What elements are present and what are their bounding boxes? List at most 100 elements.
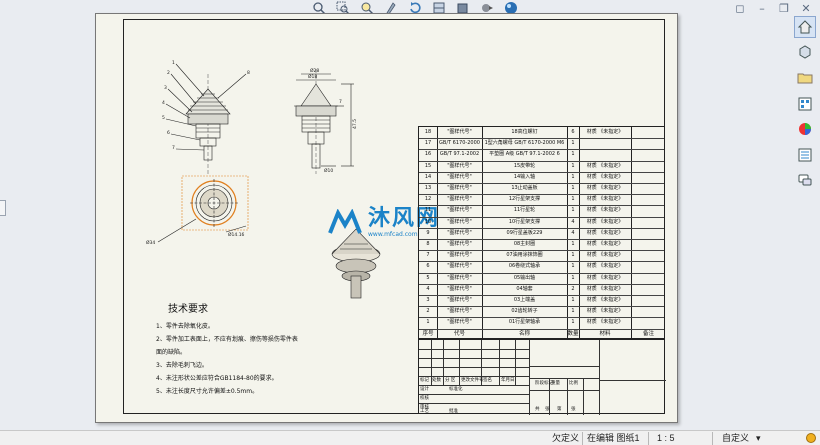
balloon-7: 7: [172, 145, 175, 151]
bom-cell: 15: [424, 162, 432, 169]
bom-cell: 4: [571, 218, 575, 225]
custom-properties-icon[interactable]: [794, 144, 816, 166]
bom-cell: "图样代号": [447, 129, 472, 135]
title-block-hline: [529, 390, 599, 391]
bom-cell: "图样代号": [447, 319, 472, 326]
dim-d6: Ø34: [146, 239, 155, 246]
3d-content-icon[interactable]: [794, 42, 816, 64]
bom-cell: 16: [424, 151, 432, 158]
status-units[interactable]: 自定义: [722, 432, 749, 445]
title-block-hline: [419, 385, 529, 386]
watermark-logo-icon: [328, 209, 362, 234]
bom-cell: 平垫圈 A级 GB/T 97.1-2002 6: [489, 151, 560, 158]
dim-d2: Ø18: [308, 73, 317, 80]
title-block-label: 张: [571, 407, 576, 412]
title-block-label: 更改文件号: [461, 378, 484, 383]
close-icon[interactable]: ✕: [798, 3, 814, 15]
units-dropdown-icon[interactable]: ▾: [756, 432, 761, 445]
dim-d1: Ø28: [310, 67, 319, 74]
forum-icon[interactable]: [794, 169, 816, 191]
bom-cell: "图样代号": [447, 252, 472, 259]
bom-cell: 材质 《未指定》: [586, 241, 624, 247]
tech-line: 4、未注形状公差应符合GB1184-80的要求。: [156, 375, 278, 382]
bom-cell: 4: [426, 285, 430, 292]
bom-cell: 1: [571, 151, 575, 158]
title-block-label: 共: [535, 407, 540, 412]
restore-icon[interactable]: ◻: [732, 3, 748, 15]
dim-h1: 47.5: [352, 119, 358, 129]
bom-cell: [631, 295, 666, 306]
bom-cell: 材质 《未指定》: [586, 162, 624, 169]
bom-cell: "图样代号": [447, 207, 472, 214]
bom-cell: 02齿轮转子: [511, 308, 538, 315]
title-block-label: 批准: [449, 409, 458, 414]
bom-cell: [631, 228, 666, 239]
bom-cell: 8: [426, 241, 430, 247]
title-block-label: 校核: [420, 396, 429, 401]
title-block-label: 年月日: [501, 378, 515, 383]
bom-cell: [631, 217, 666, 228]
title-block-vline: [599, 340, 600, 415]
bom-cell: 材质 《未指定》: [586, 274, 624, 281]
bom-cell: "图样代号": [447, 185, 472, 191]
bom-cell: 5: [426, 274, 430, 281]
bom-cell: 6: [571, 129, 575, 135]
title-block-hline: [419, 349, 529, 350]
bom-cell: "图样代号": [447, 274, 472, 281]
title-block-label: 比例: [569, 381, 578, 386]
bom-cell: [631, 284, 666, 295]
bom-cell: 材质 《未指定》: [586, 218, 624, 225]
feature-manager-tab[interactable]: [0, 200, 6, 216]
title-block-label: 签名: [483, 378, 492, 383]
bom-cell: "图样代号": [447, 263, 472, 270]
bom-cell: 1: [571, 196, 575, 203]
tech-line: 面的缺陷。: [156, 349, 187, 356]
bom-cell: [579, 149, 631, 160]
bom-cell: 6: [426, 263, 430, 270]
bom-cell: 材质 《未指定》: [586, 207, 624, 214]
bom-cell: 1: [571, 308, 575, 315]
title-block-vline: [499, 340, 500, 385]
bom-cell: "图样代号": [447, 196, 472, 203]
file-explorer-icon[interactable]: [794, 67, 816, 89]
maximize-icon[interactable]: ❐: [776, 3, 792, 15]
drawing-sheet[interactable]: 1 2 3 4 5 6 7 8 Ø28 Ø18 47.5 7 Ø10 Ø34 Ø…: [95, 13, 678, 423]
bom-cell: [631, 205, 666, 216]
bom-cell: [631, 127, 666, 138]
status-scale[interactable]: 1 : 5: [657, 432, 675, 445]
bom-cell: "图样代号": [447, 218, 472, 225]
tech-line: 1、零件去除氧化皮。: [156, 323, 214, 330]
balloon-8: 8: [247, 70, 250, 76]
bom-cell: 09行星盖板229: [506, 229, 543, 236]
help-icon[interactable]: [806, 433, 816, 443]
tech-line: 3、去除毛刺飞边。: [156, 362, 208, 369]
status-under-defined: 欠定义: [552, 433, 580, 443]
title-block-vline: [459, 340, 460, 385]
bom-cell: 材质 《未指定》: [586, 285, 624, 292]
bom-cell: [631, 183, 666, 194]
bom-cell: [631, 273, 666, 284]
home-icon[interactable]: [794, 16, 816, 38]
dim-d4: Ø10: [324, 167, 333, 174]
status-bar: 欠定义 在编辑 图纸1 1 : 5 自定义 ▾: [0, 430, 820, 445]
minimize-icon[interactable]: –: [754, 3, 770, 15]
view-palette-icon[interactable]: [794, 93, 816, 115]
bom-table: 18 "图样代号" 18高位螺钉 6 材质 《未指定》 17 GB/T 6170-2000 1…: [418, 126, 665, 339]
bom-cell: [631, 239, 666, 250]
bom-cell: 材质 《未指定》: [586, 229, 624, 236]
bom-cell: [631, 138, 666, 149]
title-block-label: 张: [545, 407, 550, 412]
appearances-icon[interactable]: [794, 118, 816, 140]
title-block-label: 分 区: [445, 378, 456, 383]
bom-cell: 材质 《未指定》: [586, 297, 624, 303]
task-pane: [792, 16, 818, 191]
bom-cell: 1: [571, 263, 575, 270]
bom-cell: 4: [571, 229, 575, 236]
bom-cell: [631, 261, 666, 272]
balloon-1: 1: [172, 60, 175, 66]
title-block-label: 工艺: [420, 409, 429, 414]
bom-cell: 11: [424, 207, 432, 214]
bom-cell: 1: [571, 241, 575, 247]
front-view-center: [294, 69, 354, 174]
bom-cell: 材质 《未指定》: [586, 263, 624, 270]
